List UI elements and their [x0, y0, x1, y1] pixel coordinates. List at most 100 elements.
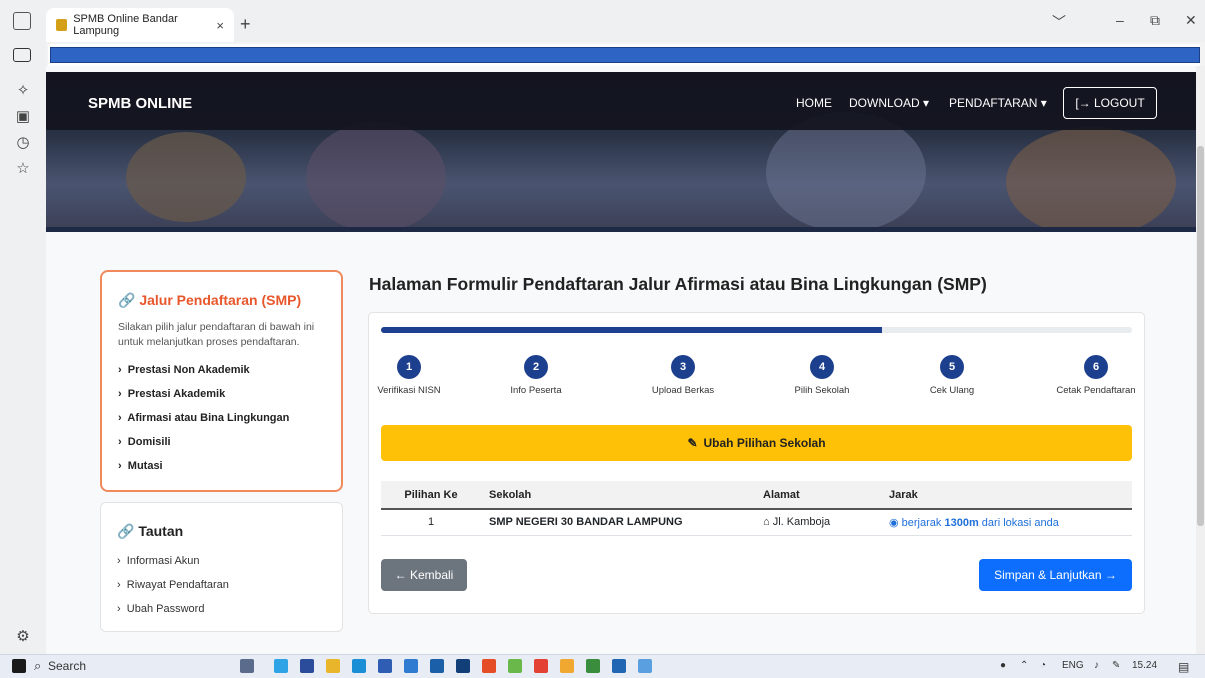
file-explorer-icon[interactable] — [326, 659, 340, 673]
banner-divider — [46, 227, 1196, 232]
tray-chevron-up-icon[interactable]: ⌃ — [1020, 660, 1028, 671]
app-icon[interactable] — [586, 659, 600, 673]
tautan-ubah-password[interactable]: › Ubah Password — [117, 603, 204, 615]
tab-list-icon[interactable]: ﹀ — [1052, 12, 1066, 32]
step-pilih-sekolah: 4 Pilih Sekolah — [767, 355, 877, 396]
jalur-card-description: Silakan pilih jalur pendaftaran di bawah… — [118, 321, 315, 348]
browser-sidebar: ✧ ▣ ◷ ☆ ⚙ — [0, 42, 46, 654]
tray-volume-icon[interactable]: ♪ — [1094, 660, 1099, 671]
col-jarak: Jarak — [881, 481, 1132, 510]
chrome-icon[interactable] — [534, 659, 548, 673]
tray-language[interactable]: ENG — [1062, 660, 1084, 671]
app-icon[interactable] — [300, 659, 314, 673]
site-favicon-icon — [56, 19, 68, 31]
settings-gear-icon[interactable]: ⚙ — [13, 626, 33, 646]
app-icon[interactable] — [430, 659, 444, 673]
step-cek-ulang: 5 Cek Ulang — [897, 355, 1007, 396]
page-scrollbar[interactable] — [1196, 66, 1205, 654]
home-icon: ⌂ — [763, 516, 773, 529]
tray-network-icon[interactable]: ◔ — [1040, 660, 1046, 671]
scrollbar-thumb[interactable] — [1197, 146, 1204, 526]
table-header-row: Pilihan Ke Sekolah Alamat Jarak — [381, 481, 1132, 510]
map-pin-icon: ◉ — [889, 516, 902, 529]
jalur-item-afirmasi[interactable]: › Afirmasi atau Bina Lingkungan — [118, 412, 289, 424]
step-label: Upload Berkas — [651, 385, 715, 396]
col-alamat: Alamat — [755, 481, 881, 510]
app-icon[interactable] — [508, 659, 522, 673]
step-cetak-pendaftaran: 6 Cetak Pendaftaran — [1041, 355, 1151, 396]
simpan-lanjutkan-button[interactable]: Simpan & Lanjutkan → — [979, 559, 1132, 591]
cell-sekolah: SMP NEGERI 30 BANDAR LAMPUNG — [481, 509, 755, 536]
web-page: SPMB ONLINE HOME DOWNLOAD ▾ PENDAFTARAN … — [46, 66, 1196, 654]
copilot-icon[interactable]: ✧ — [13, 80, 33, 100]
nav-home[interactable]: HOME — [796, 96, 832, 110]
nav-pendaftaran[interactable]: PENDAFTARAN ▾ — [949, 96, 1047, 110]
notification-icon[interactable]: ▤ — [1178, 660, 1189, 674]
site-brand[interactable]: SPMB ONLINE — [88, 95, 192, 112]
banner-illustration — [1006, 127, 1176, 232]
cell-jarak: ◉ berjarak 1300m dari lokasi anda — [881, 509, 1132, 536]
col-pilihan-ke: Pilihan Ke — [381, 481, 481, 510]
app-icon[interactable] — [378, 659, 392, 673]
table-row: 1 SMP NEGERI 30 BANDAR LAMPUNG ⌂ Jl. Kam… — [381, 509, 1132, 536]
jalur-card-title: 🔗 Jalur Pendaftaran (SMP) — [118, 292, 302, 308]
browser-tab[interactable]: SPMB Online Bandar Lampung × — [46, 8, 234, 42]
kembali-button[interactable]: ← Kembali — [381, 559, 467, 591]
browser-tab-bar: SPMB Online Bandar Lampung × + ﹀ – ⧉ ✕ — [0, 0, 1205, 42]
form-card: 1 Verifikasi NISN 2 Info Peserta 3 Uploa… — [368, 312, 1145, 614]
step-number: 1 — [397, 355, 421, 379]
logout-button[interactable]: [→ LOGOUT — [1063, 87, 1157, 119]
app-icon[interactable] — [456, 659, 470, 673]
edit-icon: ✎ — [687, 436, 698, 450]
app-icon[interactable] — [482, 659, 496, 673]
step-number: 3 — [671, 355, 695, 379]
sidebar-toggle-icon[interactable] — [13, 48, 31, 62]
windows-taskbar: ⌕ Search ● ⌃ ◔ ENG ♪ ✎ 15.24 ▤ — [0, 654, 1205, 678]
favorites-star-icon[interactable]: ☆ — [13, 158, 33, 178]
tab-close-icon[interactable]: × — [216, 18, 224, 33]
jalur-pendaftaran-card: 🔗 Jalur Pendaftaran (SMP) Silakan pilih … — [100, 270, 343, 492]
task-view-icon[interactable] — [240, 659, 254, 673]
step-number: 4 — [810, 355, 834, 379]
search-icon[interactable]: ⌕ — [34, 658, 41, 674]
step-verifikasi-nisn: 1 Verifikasi NISN — [354, 355, 464, 396]
clock[interactable]: 15.24 — [1132, 660, 1157, 671]
edge-browser-icon[interactable] — [352, 659, 366, 673]
tautan-riwayat-pendaftaran[interactable]: › Riwayat Pendaftaran — [117, 579, 229, 591]
step-label: Info Peserta — [510, 385, 562, 396]
collections-icon[interactable]: ▣ — [13, 106, 33, 126]
step-label: Pilih Sekolah — [794, 385, 850, 396]
app-icon[interactable] — [404, 659, 418, 673]
minimize-button[interactable]: – — [1116, 12, 1124, 28]
jalur-item-domisili[interactable]: › Domisili — [118, 436, 171, 448]
step-number: 2 — [524, 355, 548, 379]
col-sekolah: Sekolah — [481, 481, 755, 510]
ubah-pilihan-sekolah-button[interactable]: ✎ Ubah Pilihan Sekolah — [381, 425, 1132, 461]
start-windows-icon[interactable] — [12, 659, 26, 673]
tray-weather-icon[interactable]: ● — [1000, 660, 1006, 671]
address-bar-redacted[interactable] — [50, 47, 1200, 63]
app-icon[interactable] — [638, 659, 652, 673]
step-number: 6 — [1084, 355, 1108, 379]
nav-download[interactable]: DOWNLOAD ▾ — [849, 96, 929, 110]
page-title: Halaman Formulir Pendaftaran Jalur Afirm… — [369, 274, 987, 294]
cell-alamat: ⌂ Jl. Kamboja — [755, 509, 881, 536]
close-window-button[interactable]: ✕ — [1185, 12, 1197, 29]
app-icon[interactable] — [560, 659, 574, 673]
history-icon[interactable]: ◷ — [13, 132, 33, 152]
tautan-card: 🔗 Tautan › Informasi Akun › Riwayat Pend… — [100, 502, 343, 632]
jalur-item-prestasi-non-akademik[interactable]: › Prestasi Non Akademik — [118, 364, 250, 376]
restore-button[interactable]: ⧉ — [1150, 12, 1160, 29]
tab-actions-icon[interactable] — [13, 12, 31, 30]
jalur-item-prestasi-akademik[interactable]: › Prestasi Akademik — [118, 388, 225, 400]
tautan-title: 🔗 Tautan — [117, 523, 184, 539]
jalur-item-mutasi[interactable]: › Mutasi — [118, 460, 163, 472]
taskbar-search[interactable]: Search — [48, 659, 86, 673]
tray-pen-icon[interactable]: ✎ — [1112, 660, 1120, 671]
app-icon[interactable] — [612, 659, 626, 673]
step-label: Verifikasi NISN — [377, 385, 441, 396]
app-icon[interactable] — [274, 659, 288, 673]
new-tab-button[interactable]: + — [240, 14, 251, 35]
step-upload-berkas: 3 Upload Berkas — [628, 355, 738, 396]
tautan-informasi-akun[interactable]: › Informasi Akun — [117, 555, 200, 567]
